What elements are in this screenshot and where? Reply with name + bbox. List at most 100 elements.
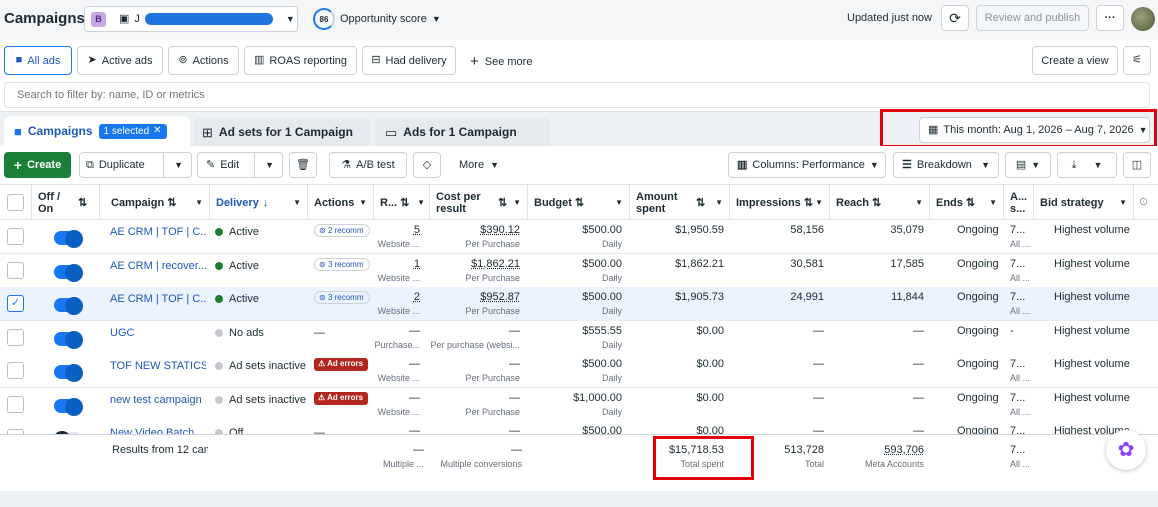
edit-button[interactable]: ✎ Edit ▼ [197, 152, 283, 178]
avatar[interactable] [1131, 7, 1155, 31]
budget-value: $500.00 [582, 358, 622, 370]
table-row[interactable]: AE CRM | recover... Active ⊚ 3 recomm 1 Webs… [0, 254, 1158, 288]
tab-had-delivery[interactable]: ⊟ Had delivery [362, 46, 456, 75]
header-reach[interactable]: Reach ⇅ ▼ [830, 185, 930, 221]
header-off-on[interactable]: Off / On ⇅ [32, 185, 100, 221]
campaign-name-link[interactable]: TOF NEW STATICS [110, 360, 206, 372]
row-checkbox[interactable]: ✓ [7, 295, 24, 312]
budget-value: $555.55 [582, 325, 622, 337]
header-amount-spent[interactable]: Amount spent ⇅ ▼ [630, 185, 730, 221]
create-button[interactable]: + Create [4, 152, 71, 178]
tab-campaigns[interactable]: ■ Campaigns 1 selected ✕ [4, 116, 190, 146]
row-checkbox[interactable] [7, 262, 24, 279]
chart-icon: ▥ [253, 54, 265, 66]
header-ends[interactable]: Ends ⇅ ▼ [930, 185, 1004, 221]
table-row[interactable]: New Video Batch Off — — — $500.00 $0.00 — — Ongoi… [0, 421, 1158, 434]
chart-view-button[interactable]: ◫ [1123, 152, 1151, 178]
bid-strategy-value: Highest volume [1054, 258, 1130, 270]
header-campaign[interactable]: Campaign ⇅ ▼ [100, 185, 210, 221]
recommendations-pill[interactable]: ⊚ 2 recomm [314, 224, 370, 237]
delete-button[interactable]: 🗑 [289, 152, 317, 178]
account-selector[interactable]: B ▣ J ▼ [84, 6, 298, 32]
reports-button[interactable]: ▤ ▼ [1005, 152, 1051, 178]
table-row[interactable]: AE CRM | TOF | C... Active ⊚ 2 recomm 5 Webs… [0, 220, 1158, 254]
summary-reach: 593,706 [884, 444, 924, 456]
search-input[interactable] [5, 83, 1149, 107]
tab-ad-sets[interactable]: ⊞ Ad sets for 1 Campaign [194, 118, 370, 146]
bid-strategy-value: Highest volume [1054, 325, 1130, 337]
tab-all-ads[interactable]: ■ All ads [4, 46, 72, 75]
select-all-checkbox[interactable] [7, 194, 24, 211]
campaign-name-link[interactable]: AE CRM | recover... [110, 260, 206, 272]
table-row[interactable]: TOF NEW STATICS Ad sets inactive ⚠ Ad erro… [0, 354, 1158, 388]
header-bid-strategy[interactable]: Bid strategy ▼ [1034, 185, 1134, 221]
header-results[interactable]: R... ⇅ ▼ [374, 185, 430, 221]
create-view-button[interactable]: Create a view [1032, 46, 1118, 75]
campaign-name-link[interactable]: UGC [110, 327, 206, 339]
delivery-status: No ads [215, 327, 307, 339]
duplicate-button[interactable]: ⧉ Duplicate ▼ [79, 152, 192, 178]
ad-errors-badge[interactable]: ⚠ Ad errors [314, 358, 368, 371]
table-row[interactable]: UGC No ads — — Purchase... — Per purchase (web… [0, 321, 1158, 355]
header-delivery[interactable]: Delivery ↓ ▼ [210, 185, 308, 221]
table-row[interactable]: new test campaign Ad sets inactive ⚠ Ad er… [0, 388, 1158, 422]
row-checkbox[interactable] [7, 396, 24, 413]
row-checkbox[interactable] [7, 329, 24, 346]
recommendations-pill[interactable]: ⊚ 3 recomm [314, 258, 370, 271]
campaign-name-link[interactable]: New Video Batch [110, 427, 206, 434]
table-row[interactable]: ✓ AE CRM | TOF | C... Active ⊚ 3 recomm 2 Web… [0, 287, 1158, 321]
attribution-value: 7... [1010, 291, 1026, 303]
chevron-down-icon[interactable]: ▼ [254, 153, 274, 177]
chevron-down-icon[interactable]: ▼ [163, 153, 183, 177]
close-icon[interactable]: ✕ [153, 126, 161, 136]
review-publish-button[interactable]: Review and publish [976, 5, 1089, 31]
tab-ads[interactable]: ▭ Ads for 1 Campaign [375, 118, 551, 146]
see-more-button[interactable]: + See more [470, 54, 532, 69]
export-button[interactable]: ⤓ ▼ [1057, 152, 1117, 178]
tag-button[interactable]: ◇ [413, 152, 441, 178]
tab-actions[interactable]: ⊚ Actions [168, 46, 239, 75]
campaign-name-link[interactable]: new test campaign [110, 394, 206, 406]
table-rows: AE CRM | TOF | C... Active ⊚ 2 recomm 5 Webs… [0, 220, 1158, 434]
selected-chip[interactable]: 1 selected ✕ [98, 123, 167, 139]
campaign-name-link[interactable]: AE CRM | TOF | C... [110, 293, 206, 305]
header-budget[interactable]: Budget ⇅ ▼ [528, 185, 630, 221]
tab-active-ads[interactable]: ➤ Active ads [77, 46, 163, 75]
header-cost-per-result[interactable]: Cost per result ⇅ ▼ [430, 185, 528, 221]
header-actions[interactable]: Actions ▼ [308, 185, 374, 221]
row-toggle[interactable] [54, 398, 83, 416]
search-field[interactable] [4, 82, 1150, 108]
delivery-status: Active [215, 226, 307, 238]
row-toggle[interactable] [54, 230, 83, 248]
ab-test-button[interactable]: ⚗ A/B test [329, 152, 407, 178]
delivery-status: Active [215, 260, 307, 272]
tab-roas-reporting[interactable]: ▥ ROAS reporting [244, 46, 357, 75]
row-toggle[interactable] [54, 331, 83, 349]
budget-value: $500.00 [582, 291, 622, 303]
assistant-button[interactable]: ✿ [1106, 430, 1146, 470]
header-impressions[interactable]: Impressions ⇅ ▼ [730, 185, 830, 221]
more-options-button[interactable]: ··· [1096, 5, 1124, 31]
add-column-icon[interactable]: ⊙ [1139, 197, 1148, 208]
date-range-picker[interactable]: ▦ This month: Aug 1, 2026 – Aug 7, 2026 … [919, 117, 1150, 143]
header-attribution[interactable]: A... s... [1004, 185, 1034, 221]
columns-label: Columns: Performance [752, 159, 865, 171]
calendar-icon: ▦ [928, 123, 939, 136]
view-settings-button[interactable]: ⚟ [1123, 46, 1151, 75]
row-toggle[interactable] [54, 297, 83, 315]
ad-errors-badge[interactable]: ⚠ Ad errors [314, 392, 368, 405]
recommendations-pill[interactable]: ⊚ 3 recomm [314, 291, 370, 304]
refresh-button[interactable]: ⟳ [941, 5, 969, 31]
campaign-name-link[interactable]: AE CRM | TOF | C... [110, 226, 206, 238]
columns-button[interactable]: ▥ Columns: Performance ▼ [728, 152, 886, 178]
row-toggle[interactable] [54, 364, 83, 382]
opportunity-score[interactable]: 86 Opportunity score ▼ [313, 8, 441, 30]
row-checkbox[interactable] [7, 228, 24, 245]
summary-label: Results from 12 cam [112, 444, 208, 456]
more-button[interactable]: More ▼ [459, 159, 499, 171]
breakdown-button[interactable]: ☰ Breakdown ▼ [893, 152, 999, 178]
row-checkbox[interactable] [7, 362, 24, 379]
summary-spent-sub: Total spent [680, 459, 724, 469]
row-toggle[interactable] [54, 264, 83, 282]
attribution-value: 7... [1010, 392, 1026, 404]
